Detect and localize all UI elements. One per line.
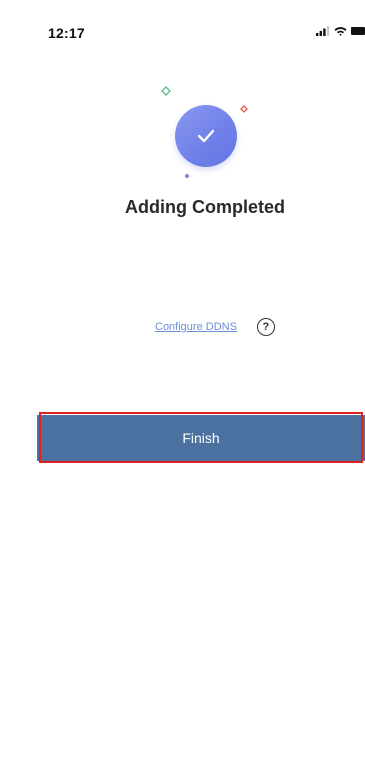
finish-button-label: Finish <box>182 430 220 446</box>
green-diamond-decoration <box>161 86 171 96</box>
status-bar: 12:17 <box>0 0 365 56</box>
status-icons <box>316 26 365 36</box>
wifi-icon <box>334 26 347 36</box>
page-title: Adding Completed <box>125 197 285 217</box>
blue-dot-decoration <box>184 173 190 179</box>
success-check-circle <box>175 105 237 167</box>
finish-button[interactable]: Finish <box>37 415 365 461</box>
red-diamond-decoration <box>240 105 248 113</box>
help-icon[interactable]: ? <box>256 318 275 336</box>
configure-ddns-link[interactable]: Configure DDNS <box>155 321 237 333</box>
battery-icon <box>351 26 365 36</box>
signal-icon <box>316 26 330 36</box>
status-time: 12:17 <box>48 25 85 41</box>
ddns-row: Configure DDNS ? <box>155 318 275 336</box>
success-graphic <box>150 80 260 190</box>
checkmark-icon <box>197 129 215 143</box>
